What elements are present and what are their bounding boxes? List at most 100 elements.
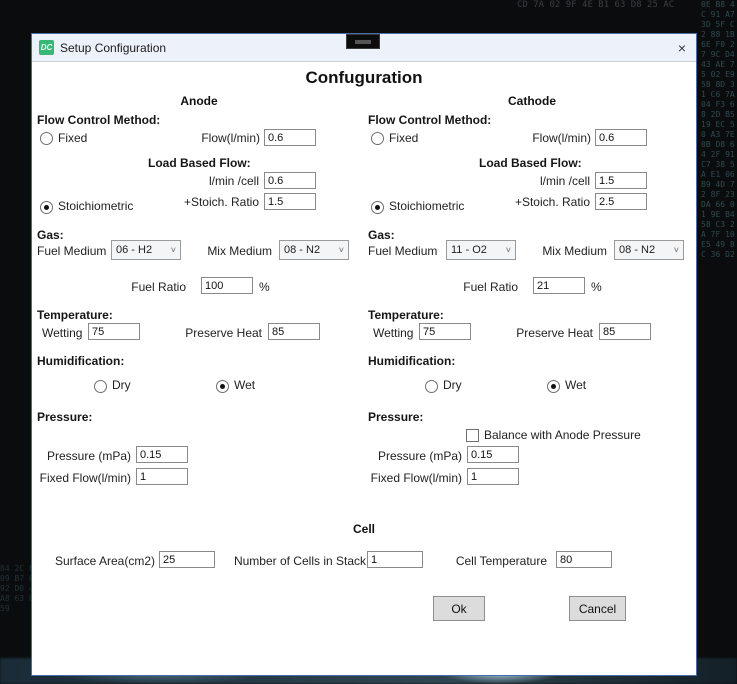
anode-preserve-heat-label: Preserve Heat	[162, 326, 262, 340]
surface-area-label: Surface Area(cm2)	[47, 554, 155, 568]
close-icon[interactable]: ×	[666, 34, 698, 62]
anode-flow-label: Flow(l/min)	[152, 131, 260, 145]
anode-fixed-flow-label: Fixed Flow(l/min)	[32, 471, 131, 485]
anode-mix-medium-value: 08 - N2	[284, 244, 320, 256]
cathode-humidification-label: Humidification:	[368, 354, 455, 368]
cancel-button[interactable]: Cancel	[569, 596, 626, 621]
anode-lmin-cell-label: l/min /cell	[152, 174, 259, 188]
cathode-fixed-flow-label: Fixed Flow(l/min)	[363, 471, 462, 485]
anode-stoichiometric-radio[interactable]	[40, 201, 53, 214]
chevron-down-icon: ˅	[171, 246, 176, 255]
anode-load-based-flow-label: Load Based Flow:	[148, 156, 251, 170]
anode-stoich-ratio-label: +Stoich. Ratio	[152, 195, 259, 209]
anode-flow-control-label: Flow Control Method:	[37, 113, 160, 127]
cathode-mix-medium-label: Mix Medium	[522, 244, 607, 258]
surface-area-input[interactable]	[159, 551, 215, 568]
anode-stoich-ratio-input[interactable]	[264, 193, 316, 210]
app-icon: DC	[39, 40, 54, 55]
anode-fuel-ratio-input[interactable]	[201, 277, 253, 294]
cathode-flow-input[interactable]	[595, 129, 647, 146]
cathode-pressure-mpa-input[interactable]	[467, 446, 519, 463]
cathode-fuel-ratio-input[interactable]	[533, 277, 585, 294]
anode-wet-radio-label[interactable]: Wet	[234, 378, 255, 392]
anode-fixed-radio[interactable]	[40, 132, 53, 145]
cathode-stoich-ratio-label: +Stoich. Ratio	[483, 195, 590, 209]
cathode-fuel-medium-value: 11 - O2	[451, 244, 487, 256]
cathode-stoichiometric-radio[interactable]	[371, 201, 384, 214]
anode-flow-input[interactable]	[264, 129, 316, 146]
anode-column-header: Anode	[32, 94, 366, 108]
ok-button[interactable]: Ok	[433, 596, 485, 621]
anode-dry-radio[interactable]	[94, 380, 107, 393]
cathode-dry-radio[interactable]	[425, 380, 438, 393]
notch-dash	[355, 40, 371, 44]
anode-humidification-label: Humidification:	[37, 354, 124, 368]
cathode-fuel-medium-select[interactable]: 11 - O2 ˅	[446, 240, 516, 260]
cathode-lmin-cell-input[interactable]	[595, 172, 647, 189]
cathode-gas-label: Gas:	[368, 228, 395, 242]
cathode-preserve-heat-input[interactable]	[599, 323, 651, 340]
cathode-mix-medium-value: 08 - N2	[619, 244, 655, 256]
anode-mix-medium-label: Mix Medium	[187, 244, 272, 258]
cathode-fuel-medium-label: Fuel Medium	[368, 244, 437, 258]
screen-notch-overlay	[346, 34, 380, 49]
cell-temperature-input[interactable]	[556, 551, 612, 568]
cathode-preserve-heat-label: Preserve Heat	[493, 326, 593, 340]
cell-section-header: Cell	[32, 522, 696, 536]
chevron-down-icon: ˅	[506, 246, 511, 255]
cathode-stoichiometric-radio-label[interactable]: Stoichiometric	[389, 199, 464, 213]
anode-pressure-mpa-input[interactable]	[136, 446, 188, 463]
balance-with-anode-checkbox[interactable]	[466, 429, 479, 442]
window-title: Setup Configuration	[60, 34, 166, 62]
anode-wet-radio[interactable]	[216, 380, 229, 393]
cathode-dry-radio-label[interactable]: Dry	[443, 378, 462, 392]
num-cells-input[interactable]	[367, 551, 423, 568]
anode-fixed-radio-label[interactable]: Fixed	[58, 131, 87, 145]
cathode-fixed-radio-label[interactable]: Fixed	[389, 131, 418, 145]
chevron-down-icon: ˅	[674, 246, 679, 255]
cathode-load-based-flow-label: Load Based Flow:	[479, 156, 582, 170]
anode-temperature-label: Temperature:	[37, 308, 113, 322]
anode-fuel-medium-value: 06 - H2	[116, 244, 152, 256]
wallpaper-glyph-column: 0E B8 4C 91 A7 3D 5F C2 88 1B 6E F0 27 9…	[701, 0, 737, 684]
cathode-lmin-cell-label: l/min /cell	[483, 174, 590, 188]
anode-fuel-medium-select[interactable]: 06 - H2 ˅	[111, 240, 181, 260]
anode-wetting-input[interactable]	[88, 323, 140, 340]
cathode-wet-radio-label[interactable]: Wet	[565, 378, 586, 392]
num-cells-label: Number of Cells in Stack	[228, 554, 366, 568]
anode-lmin-cell-input[interactable]	[264, 172, 316, 189]
page-title: Confuguration	[32, 68, 696, 88]
cathode-wetting-input[interactable]	[419, 323, 471, 340]
anode-pressure-label: Pressure:	[37, 410, 92, 424]
chevron-down-icon: ˅	[339, 246, 344, 255]
cathode-pressure-mpa-label: Pressure (mPa)	[363, 449, 462, 463]
wallpaper-glyph-topright: CD 7A 02 9F 4E B1 63 D8 25 AC	[517, 0, 697, 26]
cathode-flow-control-label: Flow Control Method:	[368, 113, 491, 127]
balance-with-anode-label[interactable]: Balance with Anode Pressure	[484, 428, 641, 442]
anode-mix-medium-select[interactable]: 08 - N2 ˅	[279, 240, 349, 260]
anode-fixed-flow-input[interactable]	[136, 468, 188, 485]
setup-configuration-dialog: DC Setup Configuration × Confuguration A…	[31, 33, 697, 676]
anode-preserve-heat-input[interactable]	[268, 323, 320, 340]
cathode-temperature-label: Temperature:	[368, 308, 444, 322]
anode-fuel-medium-label: Fuel Medium	[37, 244, 106, 258]
cathode-wetting-label: Wetting	[373, 326, 413, 340]
cathode-flow-label: Flow(l/min)	[483, 131, 591, 145]
anode-percent-label: %	[259, 280, 270, 294]
cathode-pressure-label: Pressure:	[368, 410, 423, 424]
cathode-wet-radio[interactable]	[547, 380, 560, 393]
cathode-stoich-ratio-input[interactable]	[595, 193, 647, 210]
anode-pressure-mpa-label: Pressure (mPa)	[32, 449, 131, 463]
cathode-fuel-ratio-label: Fuel Ratio	[424, 280, 518, 294]
cathode-fixed-flow-input[interactable]	[467, 468, 519, 485]
anode-wetting-label: Wetting	[42, 326, 82, 340]
anode-stoichiometric-radio-label[interactable]: Stoichiometric	[58, 199, 133, 213]
cathode-percent-label: %	[591, 280, 602, 294]
anode-gas-label: Gas:	[37, 228, 64, 242]
cathode-column-header: Cathode	[366, 94, 698, 108]
anode-dry-radio-label[interactable]: Dry	[112, 378, 131, 392]
cathode-mix-medium-select[interactable]: 08 - N2 ˅	[614, 240, 684, 260]
cell-temperature-label: Cell Temperature	[447, 554, 547, 568]
cathode-fixed-radio[interactable]	[371, 132, 384, 145]
title-bar[interactable]: DC Setup Configuration ×	[32, 34, 696, 62]
